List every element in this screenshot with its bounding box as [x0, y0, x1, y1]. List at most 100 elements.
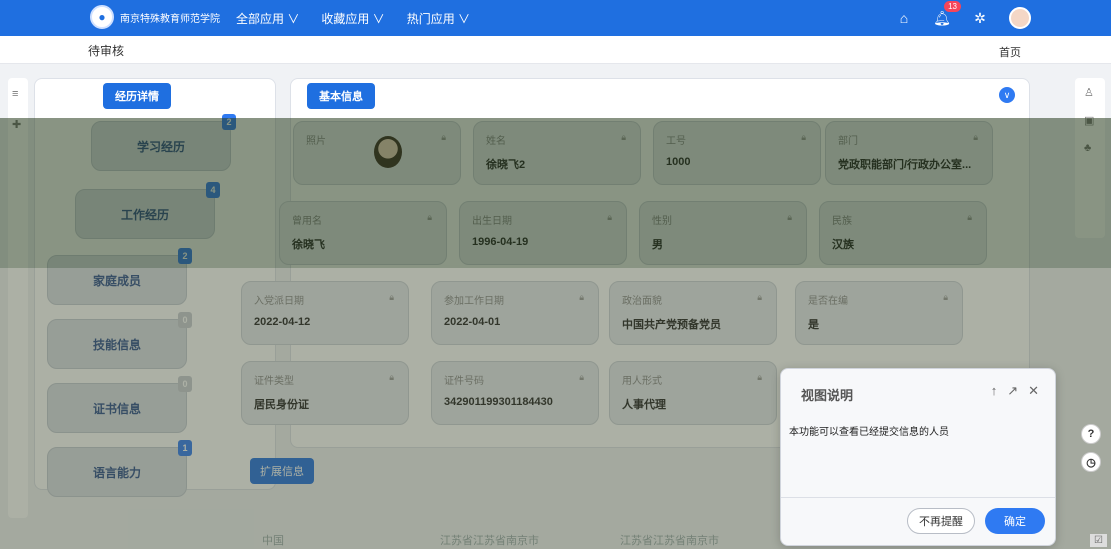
logo[interactable]: ● 南京特殊教育师范学院 [90, 5, 220, 29]
list-icon[interactable]: ≡ [12, 88, 24, 100]
user-group-icon[interactable]: ♙ [1084, 86, 1096, 99]
lock-icon: 🔒︎ [389, 372, 394, 382]
lock-icon: 🔒︎ [389, 292, 394, 302]
field-name: 姓名 🔒︎ 徐晓飞2 [473, 121, 641, 185]
settings-icon[interactable]: ✲ [971, 9, 989, 27]
ext-info-chip[interactable]: 扩展信息 [250, 458, 314, 484]
nav-education-count: 2 [222, 114, 236, 130]
close-icon[interactable]: ✕ [1028, 383, 1039, 399]
field-political-status: 政治面貌 🔒︎ 中国共产党预备党员 [609, 281, 777, 345]
nav-all-apps[interactable]: 全部应用 ∨ [236, 10, 299, 27]
field-id-number: 证件号码 🔒︎ 342901199301184430 [431, 361, 599, 425]
nav-skills-label: 技能信息 [92, 337, 141, 352]
field-value: 人事代理 [622, 399, 666, 411]
notify-badge: 13 [944, 1, 961, 12]
field-label: 证件号码 [444, 376, 484, 387]
arrow-up-icon[interactable]: ↑ [991, 383, 998, 399]
field-label: 是否在编 [808, 296, 848, 307]
field-gender: 性别 🔒︎ 男 [639, 201, 807, 265]
profile-photo[interactable] [374, 136, 402, 168]
field-label: 曾用名 [292, 216, 322, 227]
field-label: 性别 [652, 216, 672, 227]
field-value: 男 [652, 239, 663, 251]
org-tree-icon[interactable]: ♣ [1084, 142, 1096, 154]
lock-icon: 🔒︎ [943, 292, 948, 302]
lock-icon: 🔒︎ [757, 372, 762, 382]
field-value: 2022-04-12 [254, 316, 311, 328]
dialog-footer: 不再提醒 确定 [781, 497, 1055, 545]
nav-favorite-apps[interactable]: 收藏应用 ∨ [321, 10, 384, 27]
field-value: 2022-04-01 [444, 316, 501, 328]
field-label: 出生日期 [472, 216, 512, 227]
expand-icon[interactable]: ↗ [1007, 383, 1018, 399]
nav-education[interactable]: 学习经历 2 [91, 114, 236, 171]
field-ethnicity: 民族 🔒︎ 汉族 [819, 201, 987, 265]
nav-certificates-label: 证书信息 [92, 401, 141, 416]
field-value: 党政职能部门/行政办公室... [838, 159, 972, 171]
ext-place-1: 江苏省江苏省南京市 [440, 535, 539, 547]
bell-icon[interactable]: 🔔︎ 13 [933, 1, 961, 27]
nav-languages[interactable]: 语言能力 1 [47, 440, 192, 497]
nav-certificates[interactable]: 证书信息 0 [47, 376, 192, 433]
nav-work-label: 工作经历 [120, 207, 169, 222]
field-value: 汉族 [832, 239, 854, 251]
top-icons: ⌂ 🔔︎ 13 ✲ [895, 0, 1031, 36]
home-icon[interactable]: ⌂ [895, 9, 913, 27]
right-rail: ♙ ▣ ♣ [1075, 78, 1105, 238]
logo-emblem-icon: ● [90, 5, 114, 29]
help-icon[interactable]: ? [1081, 424, 1101, 444]
field-value: 徐晓飞2 [486, 159, 526, 171]
lock-icon: 🔒︎ [579, 372, 584, 382]
lock-icon: 🔒︎ [787, 212, 792, 222]
field-value: 1000 [666, 156, 691, 168]
top-bar: ● 南京特殊教育师范学院 全部应用 ∨ 收藏应用 ∨ 热门应用 ∨ ⌂ 🔔︎ 13… [0, 0, 1111, 36]
field-former-name: 曾用名 🔒︎ 徐晓飞 [279, 201, 447, 265]
briefcase-icon[interactable]: ▣ [1084, 114, 1096, 127]
nav-work-count: 4 [206, 182, 220, 198]
field-value: 徐晓飞 [292, 239, 325, 251]
field-label: 部门 [838, 136, 858, 147]
puzzle-icon[interactable]: ✚ [12, 118, 24, 131]
dialog-body: 本功能可以查看已经提交信息的人员 [789, 427, 949, 438]
lock-icon: 🔒︎ [579, 292, 584, 302]
confirm-button[interactable]: 确定 [985, 508, 1045, 534]
clock-icon[interactable]: ◷ [1081, 452, 1101, 472]
lock-icon: 🔒︎ [427, 212, 432, 222]
lock-icon: 🔒︎ [607, 212, 612, 222]
ext-country: 中国 [262, 535, 284, 547]
field-label: 政治面貌 [622, 296, 662, 307]
nav-hot-apps[interactable]: 热门应用 ∨ [407, 10, 470, 27]
org-name: 南京特殊教育师范学院 [120, 13, 220, 25]
field-value: 中国共产党预备党员 [622, 319, 721, 331]
nav-education-label: 学习经历 [136, 139, 185, 154]
nav-skills-count: 0 [178, 312, 192, 328]
field-label: 照片 [306, 136, 326, 147]
field-employee-id: 工号 🔒︎ 1000 [653, 121, 821, 185]
nav-family-label: 家庭成员 [92, 273, 141, 288]
experience-panel: 经历详情 学习经历 2 工作经历 4 家庭成员 2 技能信息 0 证书信息 0 … [34, 78, 276, 497]
breadcrumb[interactable]: 待审核 [88, 42, 124, 59]
field-photo: 照片 🔒︎ [293, 121, 461, 185]
field-birth-date: 出生日期 🔒︎ 1996-04-19 [459, 201, 627, 265]
field-value: 342901199301184430 [444, 396, 553, 408]
lock-icon: 🔒︎ [757, 292, 762, 302]
nav-certificates-count: 0 [178, 376, 192, 392]
field-label: 民族 [832, 216, 852, 227]
checkbox-icon[interactable]: ☑ [1090, 534, 1107, 547]
user-avatar[interactable] [1009, 7, 1031, 29]
dont-remind-button[interactable]: 不再提醒 [907, 508, 975, 534]
field-value: 1996-04-19 [472, 236, 529, 248]
dialog-controls: ↑ ↗ ✕ [991, 383, 1039, 399]
sub-bar: 待审核 首页 [0, 36, 1111, 64]
lock-icon: 🔒︎ [967, 212, 972, 222]
home-link[interactable]: 首页 [999, 44, 1021, 60]
collapse-icon[interactable]: ∨ [999, 87, 1015, 103]
field-work-start-date: 参加工作日期 🔒︎ 2022-04-01 [431, 281, 599, 345]
field-label: 姓名 [486, 136, 506, 147]
nav-work[interactable]: 工作经历 4 [75, 182, 220, 239]
basic-info-chip[interactable]: 基本信息 [307, 83, 375, 109]
nav-skills[interactable]: 技能信息 0 [47, 312, 192, 369]
experience-details-chip[interactable]: 经历详情 [103, 83, 171, 109]
nav-family[interactable]: 家庭成员 2 [47, 248, 192, 305]
lock-icon: 🔒︎ [973, 132, 978, 142]
